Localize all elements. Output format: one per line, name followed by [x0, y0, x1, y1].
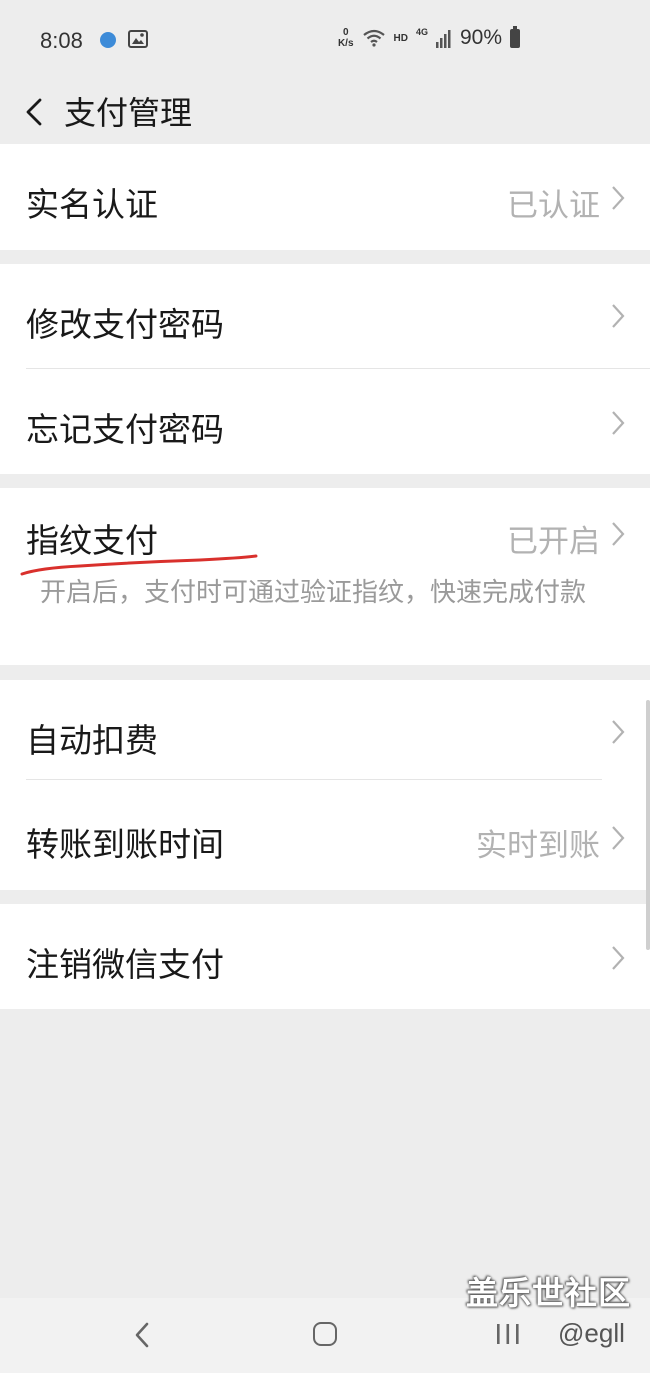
row-value: 已开启	[507, 524, 600, 560]
row-change-password[interactable]: 修改支付密码	[0, 264, 650, 369]
row-transfer-arrival-time[interactable]: 转账到账时间 实时到账	[0, 780, 650, 890]
signal-icon	[435, 30, 451, 48]
network-type: 4G	[415, 27, 428, 37]
watermark-username: @egll	[558, 1318, 625, 1348]
chevron-right-icon	[612, 826, 625, 850]
nav-home-icon[interactable]	[313, 1322, 337, 1346]
chevron-right-icon	[612, 186, 625, 210]
nav-back-icon[interactable]	[130, 1320, 154, 1350]
network-speed: 0 K/s	[337, 27, 354, 49]
status-bar: 8:08 0 K/s HD 4G 90%	[0, 0, 650, 84]
back-arrow-icon[interactable]	[22, 92, 52, 132]
row-auto-deduction[interactable]: 自动扣费	[0, 680, 650, 780]
battery-percent: 90%	[459, 26, 502, 49]
row-label: 修改支付密码	[26, 305, 224, 344]
chevron-right-icon	[612, 946, 625, 970]
nav-recent-apps-icon[interactable]	[495, 1322, 521, 1346]
row-label: 忘记支付密码	[26, 410, 224, 449]
row-real-name-verification[interactable]: 实名认证 已认证	[0, 144, 650, 250]
row-forgot-password[interactable]: 忘记支付密码	[0, 369, 650, 474]
row-label: 自动扣费	[26, 721, 158, 760]
wifi-icon	[362, 29, 385, 47]
settings-group-deactivate: 注销微信支付	[0, 904, 650, 1009]
page-header: 支付管理	[0, 84, 650, 144]
hd-indicator: HD	[393, 32, 408, 44]
settings-group-transfer: 自动扣费 转账到账时间 实时到账	[0, 680, 650, 890]
chevron-right-icon	[612, 304, 625, 328]
row-deactivate-wechat-pay[interactable]: 注销微信支付	[0, 904, 650, 1009]
chevron-right-icon	[612, 522, 625, 546]
row-label: 实名认证	[26, 185, 158, 224]
notification-app-icon	[100, 32, 116, 48]
settings-group-identity: 实名认证 已认证	[0, 144, 650, 250]
red-annotation-underline	[20, 554, 258, 576]
status-time: 8:08	[40, 28, 83, 53]
settings-group-password: 修改支付密码 忘记支付密码	[0, 264, 650, 474]
row-value: 实时到账	[476, 828, 600, 864]
scrollbar[interactable]	[646, 700, 650, 950]
row-value: 已认证	[507, 188, 600, 224]
chevron-right-icon	[612, 720, 625, 744]
gallery-icon	[128, 30, 148, 48]
page-title: 支付管理	[64, 94, 193, 132]
battery-icon	[510, 25, 520, 48]
watermark-community-name: 盖乐世社区	[466, 1274, 632, 1312]
row-label: 注销微信支付	[26, 945, 224, 984]
row-label: 转账到账时间	[26, 825, 224, 864]
chevron-right-icon	[612, 411, 625, 435]
status-indicators: 0 K/s HD 4G 90%	[337, 25, 520, 50]
